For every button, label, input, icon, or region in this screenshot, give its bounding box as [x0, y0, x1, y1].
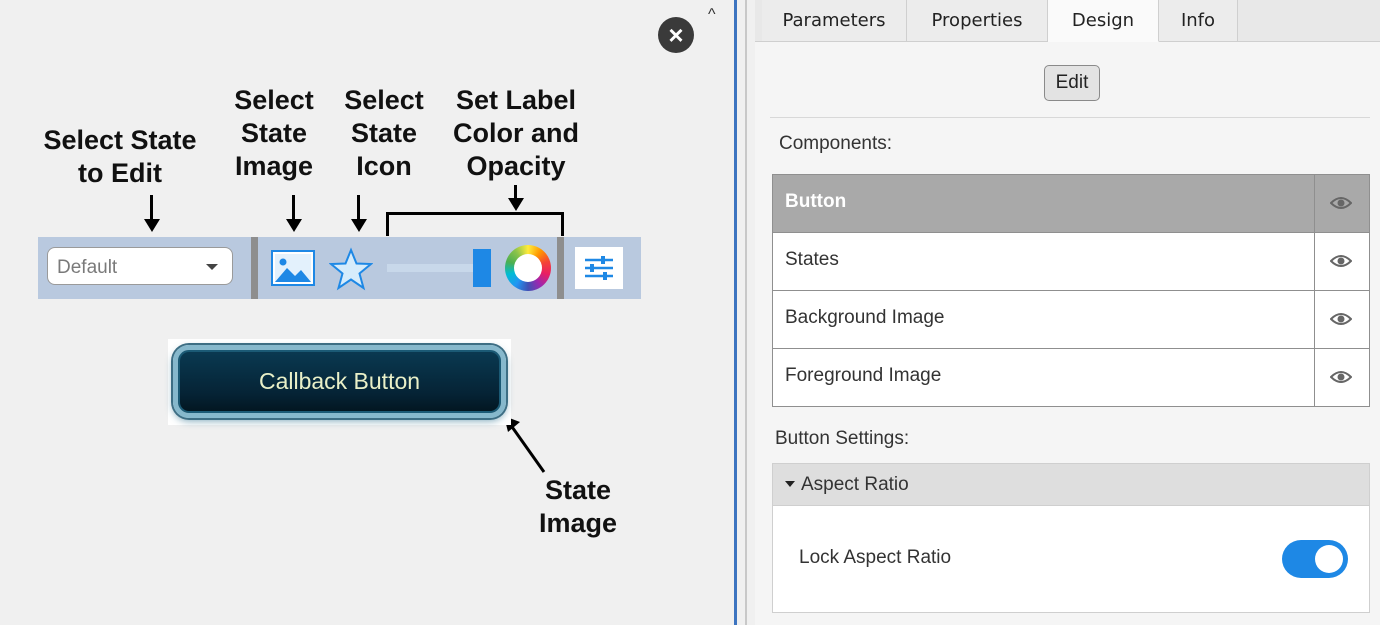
visibility-toggle[interactable] — [1314, 349, 1369, 406]
table-row[interactable]: Background Image — [773, 291, 1369, 349]
table-row[interactable]: States — [773, 233, 1369, 291]
callback-button-label: Callback Button — [258, 368, 421, 394]
opacity-slider-handle[interactable] — [473, 249, 491, 287]
state-select-dropdown[interactable]: Default — [47, 247, 233, 285]
annotation-select-state: Select State to Edit — [43, 125, 197, 188]
state-select-value: Default — [57, 257, 118, 278]
collapse-icon[interactable]: ^ — [708, 6, 716, 24]
tab-design[interactable]: Design — [1048, 0, 1159, 42]
image-icon[interactable] — [271, 250, 315, 286]
design-canvas: Select State to Edit Select State Image Sel… — [0, 0, 705, 625]
component-name: States — [785, 249, 839, 270]
table-row[interactable]: Button — [773, 175, 1369, 233]
visibility-toggle[interactable] — [1314, 291, 1369, 348]
property-panel: Parameters Properties Design Info Edit C… — [755, 0, 1380, 625]
table-row[interactable]: Foreground Image — [773, 349, 1369, 406]
annotation-set-label: Set Label Color and Opacity — [453, 85, 579, 181]
visibility-toggle[interactable] — [1314, 175, 1369, 232]
annotation-state-image: State Image — [538, 475, 618, 538]
tab-bar: Parameters Properties Design Info — [755, 0, 1380, 42]
tab-parameters[interactable]: Parameters — [762, 0, 907, 41]
tab-properties[interactable]: Properties — [907, 0, 1048, 41]
button-settings-label: Button Settings: — [775, 428, 910, 449]
close-icon[interactable]: × — [658, 17, 694, 53]
annotation-select-image: Select State Image — [234, 85, 314, 181]
chevron-down-icon — [206, 264, 218, 270]
visibility-toggle[interactable] — [1314, 233, 1369, 290]
toolbar-separator — [251, 237, 258, 299]
edit-button[interactable]: Edit — [1044, 65, 1100, 101]
callback-button[interactable]: Callback Button — [173, 345, 506, 418]
eye-icon — [1330, 371, 1352, 383]
color-wheel-icon[interactable] — [505, 245, 551, 291]
opacity-slider-track[interactable] — [387, 264, 477, 272]
aspect-ratio-section: Aspect Ratio Lock Aspect Ratio — [772, 463, 1370, 613]
components-label: Components: — [779, 133, 893, 154]
divider — [770, 117, 1370, 118]
caret-down-icon — [785, 481, 795, 487]
eye-icon — [1330, 255, 1352, 267]
panel-splitter[interactable] — [734, 0, 737, 625]
star-icon[interactable] — [329, 247, 373, 291]
eye-icon — [1330, 197, 1352, 209]
annotation-select-icon: Select State Icon — [344, 85, 424, 181]
toggle-knob — [1315, 545, 1343, 573]
eye-icon — [1330, 313, 1352, 325]
tab-info[interactable]: Info — [1159, 0, 1238, 41]
component-name: Background Image — [785, 307, 945, 328]
lock-aspect-ratio-toggle[interactable] — [1282, 540, 1348, 578]
aspect-ratio-header[interactable]: Aspect Ratio — [773, 464, 1369, 506]
components-table: Button States Background Image Foregroun… — [772, 174, 1370, 407]
aspect-ratio-header-label: Aspect Ratio — [801, 474, 909, 495]
state-toolbar: Default — [38, 237, 641, 299]
component-name: Foreground Image — [785, 365, 942, 386]
button-preview: Callback Button — [168, 339, 511, 425]
settings-sliders-icon[interactable] — [575, 247, 623, 289]
panel-border — [745, 0, 747, 625]
toolbar-separator — [557, 237, 564, 299]
lock-aspect-ratio-label: Lock Aspect Ratio — [799, 547, 952, 568]
component-name: Button — [785, 191, 847, 212]
